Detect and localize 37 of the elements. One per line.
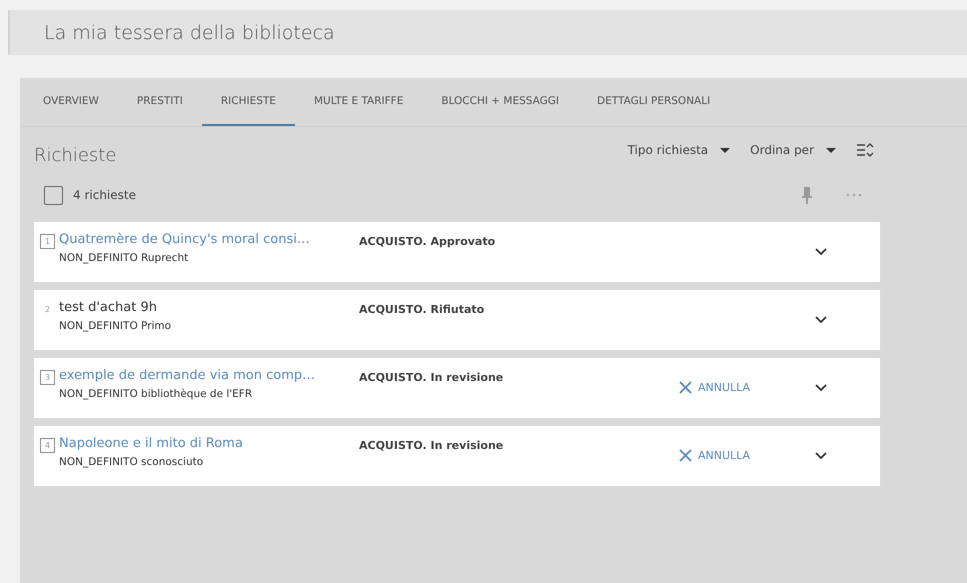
expand-chevron-icon[interactable] (815, 316, 827, 324)
sort-icon[interactable] (856, 142, 874, 158)
title-link[interactable]: Napoleone e il mito di Roma (59, 436, 349, 451)
request-status: ACQUISTO. In revisione (359, 371, 504, 384)
item-subtitle: NON_DEFINITO bibliothèque de l'EFR (59, 388, 254, 400)
request-count: 4 richieste (73, 188, 137, 202)
close-icon (679, 381, 692, 394)
request-status: ACQUISTO. In revisione (359, 439, 504, 452)
cancel-button[interactable]: ANNULLA (679, 381, 769, 394)
filter-dropdown[interactable]: Ordina per (750, 139, 836, 161)
expand-chevron-icon[interactable] (815, 248, 827, 256)
item-subtitle: NON_DEFINITO Primo (59, 320, 172, 332)
item-number: 4 (40, 438, 55, 453)
item-number: 2 (44, 304, 52, 316)
item-number: 3 (40, 370, 55, 385)
select-all-checkbox[interactable] (44, 186, 63, 204)
tab[interactable]: BLOCCHI + MESSAGGI (422, 78, 578, 126)
cancel-button[interactable]: ANNULLA (679, 449, 769, 462)
title-link[interactable]: Quatremère de Quincy's moral consi… (59, 232, 349, 247)
tab[interactable]: RICHIESTE (202, 78, 295, 126)
item-subtitle: NON_DEFINITO Ruprecht (59, 252, 190, 264)
request-status: ACQUISTO. Rifiutato (359, 303, 486, 316)
page-title: La mia tessera della biblioteca (44, 22, 335, 44)
tab[interactable]: OVERVIEW (24, 78, 118, 126)
section-title: Richieste (34, 144, 118, 166)
tab[interactable]: PRESTITI (118, 78, 202, 126)
item-subtitle: NON_DEFINITO sconosciuto (59, 456, 204, 468)
request-status: ACQUISTO. Approvato (359, 235, 496, 248)
filter-dropdown[interactable]: Tipo richiesta (628, 139, 730, 161)
tab[interactable]: MULTE E TARIFFE (294, 78, 422, 126)
expand-chevron-icon[interactable] (815, 384, 827, 392)
item-title: test d'achat 9h (59, 300, 158, 315)
tab[interactable]: DETTAGLI PERSONALI (578, 78, 730, 126)
close-icon (679, 449, 692, 462)
title-link[interactable]: exemple de dermande via mon comp… (59, 368, 349, 383)
item-number: 1 (40, 234, 55, 249)
expand-chevron-icon[interactable] (815, 452, 827, 460)
